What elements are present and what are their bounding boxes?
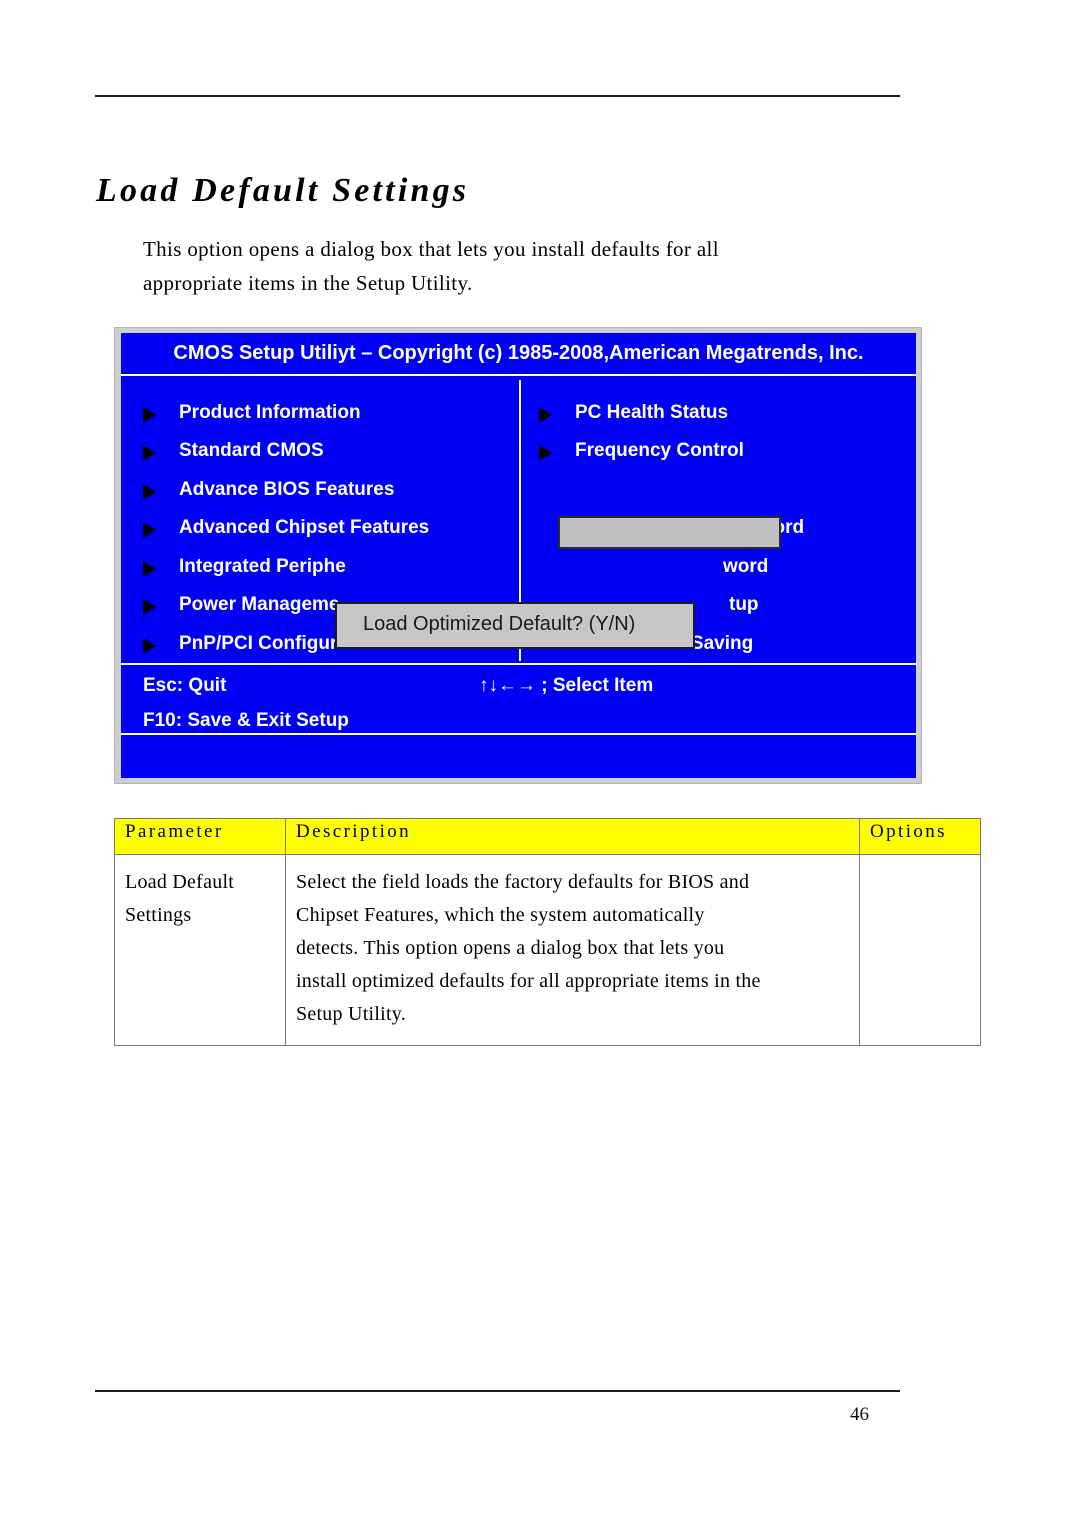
bios-hint-f10-save-exit: F10: Save & Exit Setup [143,710,349,731]
cell-parameter: Load Default Settings [114,854,286,1046]
bios-status-area [121,735,916,778]
triangle-right-icon [143,484,156,500]
cell-options [859,854,981,1046]
triangle-right-icon [143,407,156,423]
bios-menu-label: PC Health Status [575,402,729,423]
bios-menu-label: Integrated Periphe [179,556,346,577]
parameter-table: Parameter Description Options Load Defau… [114,818,981,1046]
bios-menu-label: Product Information [179,402,361,423]
triangle-right-icon [143,522,156,538]
bios-menu-label: Advance BIOS Features [179,479,395,500]
triangle-right-icon [143,445,156,461]
bios-menu-label: Frequency Control [575,440,744,461]
description-line: Setup Utility. [296,1003,406,1025]
dialog-message: Load Optimized Default? (Y/N) [363,613,636,635]
triangle-right-icon [539,445,552,461]
bios-title-text: CMOS Setup Utiliyt – Copyright (c) 1985-… [173,342,864,364]
triangle-right-icon [143,599,156,615]
intro-line-2: appropriate items in the Setup Utility. [143,271,473,295]
cell-description: Select the field loads the factory defau… [285,854,860,1046]
bios-menu-label: Advanced Chipset Features [179,517,430,538]
bios-title-bar: CMOS Setup Utiliyt – Copyright (c) 1985-… [121,333,916,376]
bios-menu-label: word [723,556,769,577]
parameter-line: Settings [125,904,192,926]
column-header-parameter: Parameter [114,818,286,855]
load-optimized-default-dialog[interactable]: Load Optimized Default? (Y/N) [335,602,695,649]
column-header-description: Description [285,818,860,855]
parameter-line: Load Default [125,871,235,893]
table-header-row: Parameter Description Options [114,818,981,855]
bios-selected-field[interactable] [558,516,781,549]
description-line: Select the field loads the factory defau… [296,871,750,893]
triangle-right-icon [143,638,156,654]
page-number: 46 [850,1404,869,1425]
triangle-right-icon [143,561,156,577]
bios-screen: CMOS Setup Utiliyt – Copyright (c) 1985-… [121,333,916,778]
bios-hint-select-item: ↑↓←→ ; Select Item [479,675,654,696]
header-rule [95,95,900,97]
intro-paragraph: This option opens a dialog box that lets… [143,232,843,300]
table-row: Load Default Settings Select the field l… [114,854,981,1046]
description-line: install optimized defaults for all appro… [296,970,761,992]
triangle-right-icon [539,407,552,423]
bios-hint-esc-quit: Esc: Quit [143,675,227,696]
description-line: detects. This option opens a dialog box … [296,937,725,959]
bios-menu-area: Product Information Standard CMOS Advanc… [121,376,916,665]
column-header-options: Options [859,818,981,855]
bios-screenshot-figure: CMOS Setup Utiliyt – Copyright (c) 1985-… [114,327,922,784]
bios-footer: Esc: Quit ↑↓←→ ; Select Item F10: Save &… [121,665,916,735]
bios-menu-label: Standard CMOS [179,440,324,461]
footer-rule [95,1390,900,1392]
intro-line-1: This option opens a dialog box that lets… [143,237,719,261]
bios-menu-label: Power Manageme [179,594,340,615]
description-line: Chipset Features, which the system autom… [296,904,705,926]
page-title: Load Default Settings [96,172,470,209]
bios-menu-label: tup [729,594,759,615]
